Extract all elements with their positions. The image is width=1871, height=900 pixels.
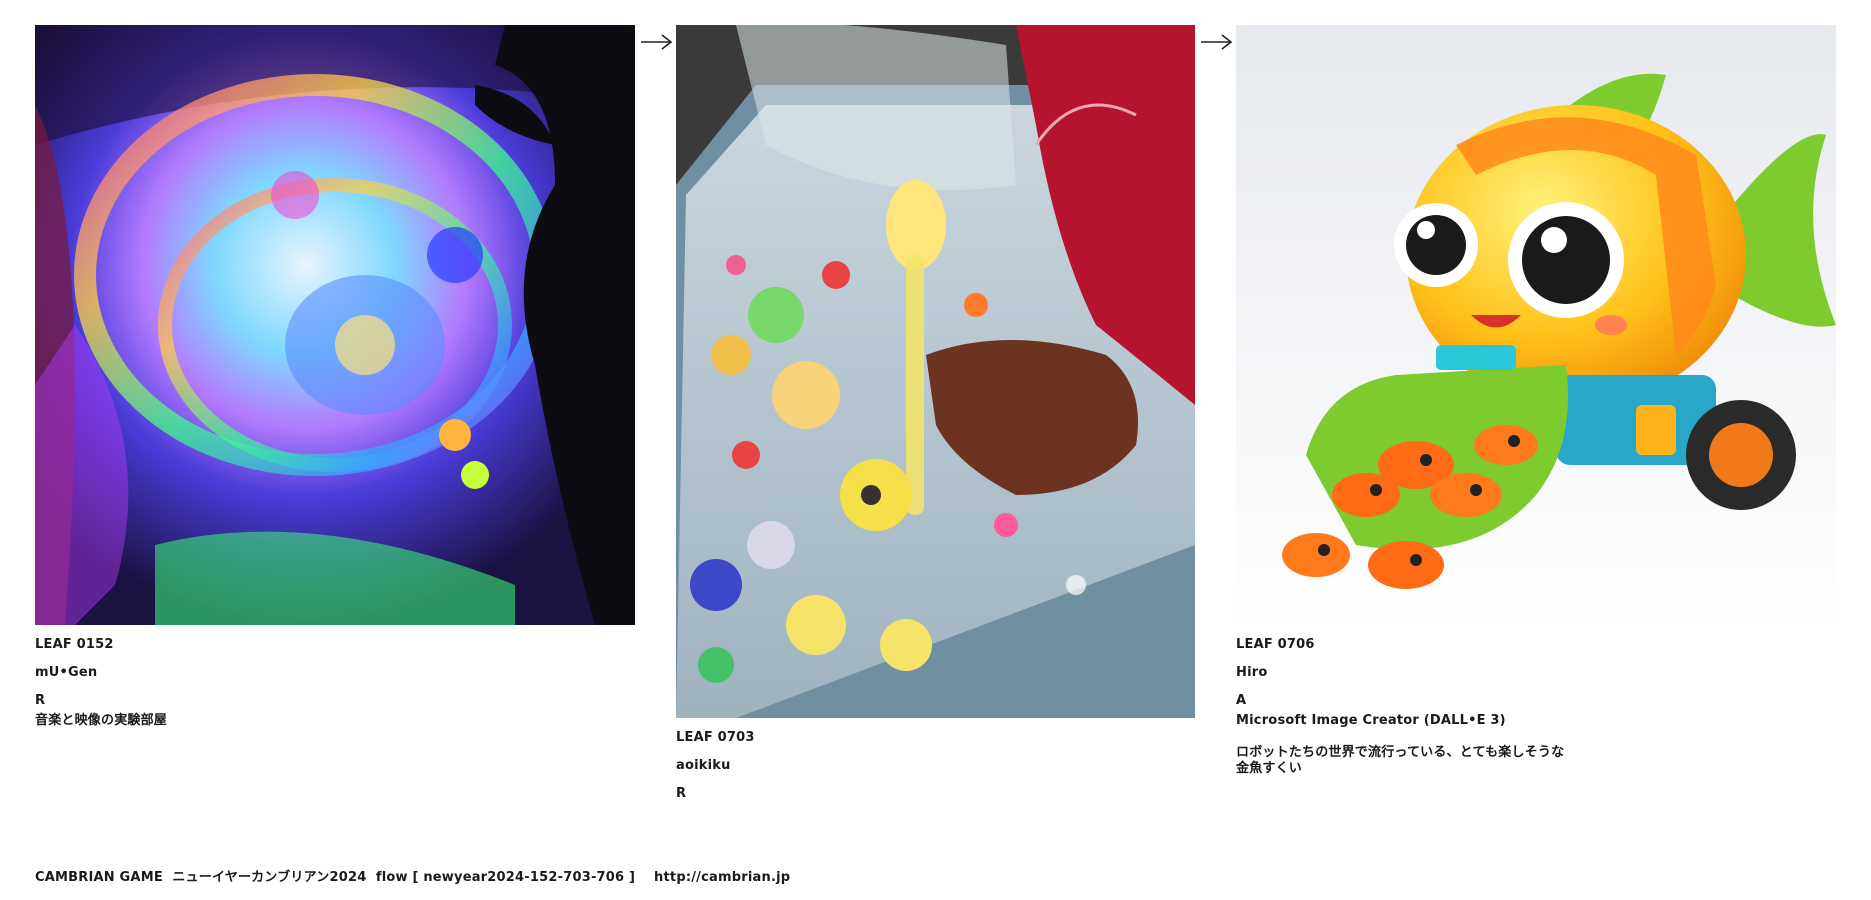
leaf-title: Microsoft Image Creator (DALL•E 3) <box>1236 713 1506 728</box>
leaf-author[interactable]: mU•Gen <box>35 665 635 681</box>
leaf-id: LEAF 0703 <box>676 730 755 745</box>
leaf-card-0706: LEAF 0706 Hiro A Microsoft Image Creator… <box>1236 25 1836 777</box>
leaf-type: A <box>1236 693 1247 708</box>
leaf-card-0703: LEAF 0703 aoikiku R <box>676 25 1195 802</box>
leaf-id: LEAF 0152 <box>35 637 114 652</box>
right-arrow-icon <box>640 30 674 54</box>
leaf-image-water-tray-toys[interactable] <box>676 25 1195 718</box>
leaf-type: R <box>35 693 46 708</box>
leaf-author[interactable]: aoikiku <box>676 758 1195 774</box>
leaf-image-psychedelic-projection[interactable] <box>35 25 635 625</box>
leaf-author[interactable]: Hiro <box>1236 665 1836 681</box>
leaf-id: LEAF 0706 <box>1236 637 1315 652</box>
leaf-card-0152: LEAF 0152 mU•Gen R 音楽と映像の実験部屋 <box>35 25 635 729</box>
leaf-type: R <box>676 786 687 801</box>
leaf-description-line-1: ロボットたちの世界で流行っている、とても楽しそうな <box>1236 745 1565 760</box>
leaf-image-robot-fish[interactable] <box>1236 25 1836 625</box>
leaf-description-line-2: 金魚すくい <box>1236 761 1303 776</box>
leaf-title: 音楽と映像の実験部屋 <box>35 713 168 728</box>
flow-footer[interactable]: CAMBRIAN GAME ニューイヤーカンブリアン2024 flow [ ne… <box>35 866 790 885</box>
right-arrow-icon <box>1200 30 1234 54</box>
